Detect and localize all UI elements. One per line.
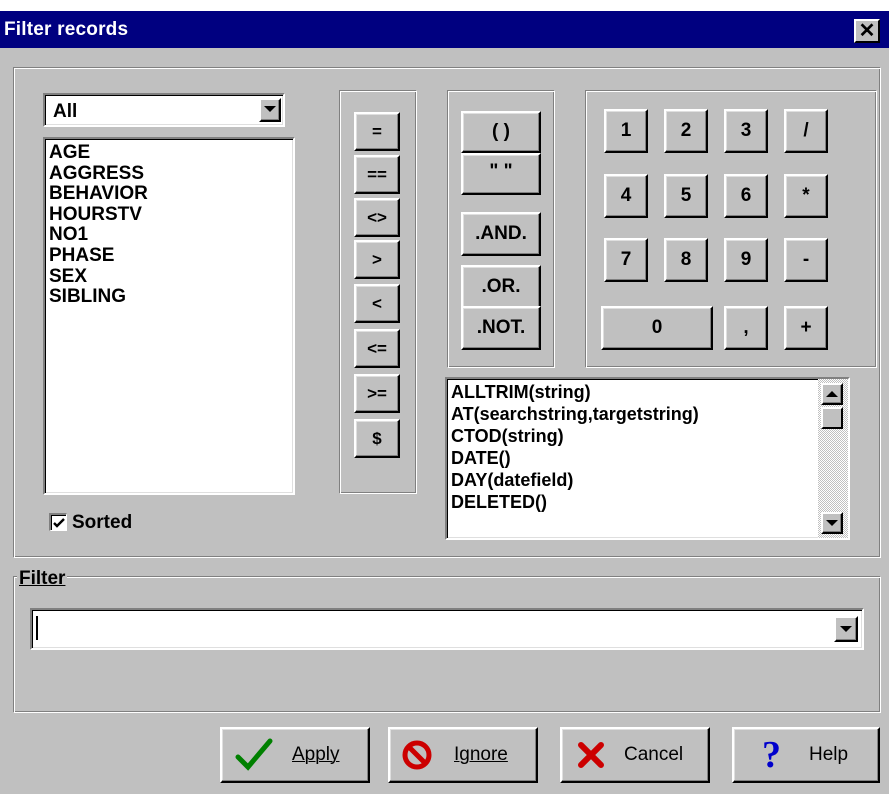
field-list-item[interactable]: SEX	[49, 266, 87, 287]
chevron-up-icon	[826, 391, 838, 397]
keypad-button[interactable]: 9	[724, 238, 768, 282]
parens-button[interactable]: ( )	[461, 111, 541, 153]
keypad-button[interactable]: 0	[601, 306, 713, 350]
scroll-down-button[interactable]	[821, 512, 843, 534]
field-list-item[interactable]: SIBLING	[49, 287, 126, 307]
operator-button[interactable]: ==	[354, 155, 400, 194]
keypad-button[interactable]: 6	[724, 174, 768, 218]
or-button[interactable]: .OR.	[461, 265, 541, 309]
function-list-scrollbar[interactable]	[818, 379, 848, 538]
scroll-up-button[interactable]	[821, 383, 843, 405]
keypad-button[interactable]: *	[784, 174, 828, 218]
keypad-button[interactable]: 7	[604, 238, 648, 282]
function-list-item[interactable]: DAY(datefield)	[451, 470, 573, 490]
filter-dropdown-button[interactable]	[834, 616, 858, 642]
function-list-item[interactable]: CTOD(string)	[451, 426, 564, 446]
keypad-button[interactable]: 1	[604, 109, 648, 153]
operator-button[interactable]: $	[354, 419, 400, 458]
keypad-button[interactable]: 4	[604, 174, 648, 218]
operator-button[interactable]: <	[354, 284, 400, 323]
cancel-x-icon	[578, 742, 604, 768]
chevron-down-icon	[840, 626, 852, 632]
apply-button[interactable]: Apply	[220, 727, 370, 783]
text-cursor	[36, 616, 38, 640]
dropdown-arrow-button[interactable]	[259, 98, 281, 122]
function-list-item[interactable]: DELETED()	[451, 492, 547, 512]
field-list-item[interactable]: NO1	[49, 225, 88, 245]
help-button[interactable]: ? Help	[732, 727, 880, 783]
field-list[interactable]: AGE AGGRESS BEHAVIOR HOURSTV NO1 PHASE SEX SIBL…	[43, 137, 295, 495]
scroll-thumb[interactable]	[821, 407, 843, 429]
field-list-item[interactable]: PHASE	[49, 246, 114, 266]
chevron-down-icon	[826, 520, 838, 526]
keypad-button[interactable]: +	[784, 306, 828, 350]
field-filter-dropdown[interactable]: All	[43, 93, 285, 127]
keypad-button[interactable]: 5	[664, 174, 708, 218]
operator-button[interactable]: =	[354, 112, 400, 151]
operator-button[interactable]: <=	[354, 329, 400, 368]
checkmark-icon	[53, 518, 65, 528]
checkmark-icon	[235, 738, 273, 771]
keypad-button[interactable]: 3	[724, 109, 768, 153]
field-list-item[interactable]: HOURSTV	[49, 204, 142, 225]
filter-expression-input[interactable]	[30, 608, 864, 650]
title-bar	[0, 11, 889, 48]
ignore-label: Ignore	[454, 744, 508, 765]
keypad-button[interactable]: 8	[664, 238, 708, 282]
filter-group-label: Filter	[17, 568, 68, 590]
function-list-item[interactable]: AT(searchstring,targetstring)	[451, 404, 699, 424]
function-list-item[interactable]: ALLTRIM(string)	[451, 382, 591, 402]
field-list-item[interactable]: BEHAVIOR	[49, 184, 148, 204]
keypad-button[interactable]: -	[784, 238, 828, 282]
keypad-button[interactable]: /	[784, 109, 828, 153]
operator-button[interactable]: <>	[354, 198, 400, 237]
cancel-button[interactable]: Cancel	[560, 727, 710, 783]
sorted-label: Sorted	[72, 512, 133, 533]
not-button[interactable]: .NOT.	[461, 306, 541, 350]
window-title: Filter records	[4, 19, 129, 40]
field-filter-value: All	[53, 101, 78, 122]
operator-button[interactable]: >	[354, 240, 400, 279]
help-label: Help	[809, 744, 849, 765]
sorted-checkbox[interactable]	[49, 513, 67, 531]
no-entry-icon	[402, 740, 432, 770]
field-list-item[interactable]: AGE	[49, 143, 90, 163]
close-icon: ✕	[858, 20, 876, 42]
question-mark-icon: ?	[762, 734, 781, 776]
function-list-item[interactable]: DATE()	[451, 448, 511, 468]
quotes-button[interactable]: " "	[461, 153, 541, 195]
apply-label: Apply	[292, 744, 340, 765]
keypad-button[interactable]: 2	[664, 109, 708, 153]
field-list-item[interactable]: AGGRESS	[49, 163, 144, 184]
and-button[interactable]: .AND.	[461, 212, 541, 256]
chevron-down-icon	[264, 106, 276, 112]
function-list[interactable]: DELETED() DAY(datefield) DATE() CTOD(string…	[445, 377, 850, 540]
operator-button[interactable]: >=	[354, 374, 400, 413]
ignore-button[interactable]: Ignore	[388, 727, 538, 783]
close-button[interactable]: ✕	[854, 19, 880, 43]
keypad-button[interactable]: ,	[724, 306, 768, 350]
cancel-label: Cancel	[624, 744, 684, 765]
